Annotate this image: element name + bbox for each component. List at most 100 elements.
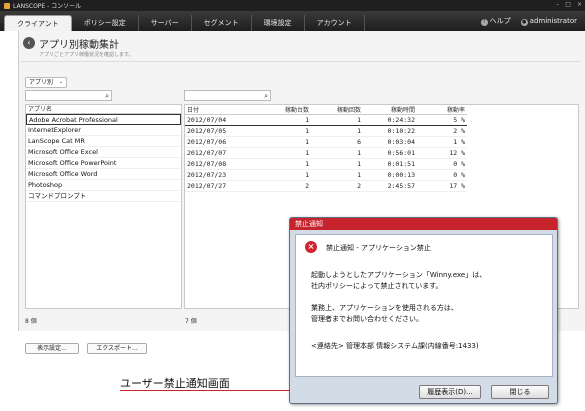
list-item[interactable]: Microsoft Office Excel	[26, 147, 181, 158]
back-button[interactable]: ‹	[23, 37, 35, 49]
table-row[interactable]: 2012/07/05 1 1 0:10:22 2 %	[185, 125, 467, 137]
table-cell: 0:10:22	[363, 125, 417, 137]
column-header-runs[interactable]: 稼動回数	[311, 105, 363, 115]
screenshot-root: { "window": { "title": "LANSCOPE - コンソール…	[0, 0, 585, 411]
dialog-heading: 禁止通知 - アプリケーション禁止	[326, 244, 431, 252]
close-window-icon[interactable]: ×	[577, 1, 582, 8]
view-filter-value: アプリ別	[29, 79, 54, 86]
table-cell: 1	[311, 169, 363, 181]
usage-table-count: 7 個	[185, 318, 197, 325]
app-list-header: アプリ名	[26, 105, 181, 114]
table-cell: 2012/07/27	[185, 180, 259, 192]
search-icon[interactable]: ⌕	[264, 92, 268, 101]
table-cell: 2012/07/23	[185, 169, 259, 181]
dialog-message-line: 社内ポリシーによって禁止されています。	[311, 282, 443, 290]
table-cell: 0:01:51	[363, 158, 417, 170]
block-notification-dialog: 禁止通知 × 禁止通知 - アプリケーション禁止 起動しようとしたアプリケーショ…	[289, 217, 558, 404]
table-cell: 2012/07/05	[185, 125, 259, 137]
list-item[interactable]: コマンドプロンプト	[26, 191, 181, 202]
table-row[interactable]: 2012/07/27 2 2 2:45:57 17 %	[185, 180, 467, 192]
tab-client[interactable]: クライアント	[4, 15, 72, 31]
usage-search-input[interactable]: ⌕	[184, 90, 271, 101]
app-search-input[interactable]: ⌕	[25, 90, 112, 101]
list-item[interactable]: Microsoft Office PowerPoint	[26, 158, 181, 169]
window-titlebar: LANSCOPE - コンソール – □ ×	[0, 0, 585, 11]
tab-policy[interactable]: ポリシー設定	[72, 15, 139, 31]
table-cell: 1	[311, 114, 363, 126]
close-button[interactable]: 閉じる	[491, 385, 549, 399]
dialog-body: × 禁止通知 - アプリケーション禁止 起動しようとしたアプリケーション「Win…	[295, 234, 553, 377]
app-list-count: 8 個	[25, 318, 37, 325]
menu-right-area: ? ヘルプ ● administrator	[480, 16, 577, 26]
table-cell: 1	[311, 158, 363, 170]
window-controls: – □ ×	[556, 1, 582, 8]
dialog-title: 禁止通知	[290, 218, 557, 230]
window-title: LANSCOPE - コンソール	[13, 3, 82, 10]
display-settings-button[interactable]: 表示設定...	[25, 343, 79, 354]
list-item[interactable]: Photoshop	[26, 180, 181, 191]
app-logo-icon	[4, 2, 10, 9]
main-menu-bar: クライアント ポリシー設定 サーバー セグメント 環境設定 アカウント ? ヘルプ…	[0, 11, 585, 31]
table-cell: 1	[259, 125, 311, 137]
tab-segment[interactable]: セグメント	[192, 15, 252, 31]
table-cell: 5 %	[417, 114, 467, 126]
table-header-row: 日付 稼動台数 稼動回数 稼動時間 稼動率	[185, 105, 467, 115]
table-cell: 2	[311, 180, 363, 192]
table-cell: 1	[259, 114, 311, 126]
table-cell: 0:03:04	[363, 136, 417, 148]
export-button[interactable]: エクスポート...	[87, 343, 147, 354]
dialog-message-line: 業務上、アプリケーションを使用される方は、	[311, 304, 458, 312]
table-cell: 2	[259, 180, 311, 192]
history-button[interactable]: 履歴表示(D)...	[419, 385, 481, 399]
dialog-message-line: 起動しようとしたアプリケーション「Winny.exe」は、	[311, 271, 487, 279]
table-cell: 1 %	[417, 136, 467, 148]
tab-server[interactable]: サーバー	[139, 15, 192, 31]
table-cell: 2:45:57	[363, 180, 417, 192]
table-cell: 2012/07/06	[185, 136, 259, 148]
app-list: アプリ名 Adobe Acrobat Professional Internet…	[25, 104, 182, 309]
table-cell: 2012/07/08	[185, 158, 259, 170]
error-icon: ×	[305, 241, 317, 253]
search-icon[interactable]: ⌕	[105, 92, 109, 101]
table-cell: 1	[311, 147, 363, 159]
table-cell: 0 %	[417, 169, 467, 181]
user-label: administrator	[529, 16, 577, 25]
list-item[interactable]: InternetExplorer	[26, 125, 181, 136]
caption-underline	[120, 390, 290, 391]
minimize-icon[interactable]: –	[556, 1, 559, 8]
table-cell: 1	[259, 136, 311, 148]
list-item[interactable]: Microsoft Office Word	[26, 169, 181, 180]
column-header-date[interactable]: 日付	[185, 105, 259, 115]
header-divider	[21, 61, 581, 62]
maximize-icon[interactable]: □	[565, 1, 571, 8]
table-cell: 2 %	[417, 125, 467, 137]
view-filter-select[interactable]: アプリ別 ⌄	[25, 77, 67, 88]
column-header-time[interactable]: 稼動時間	[363, 105, 417, 115]
table-cell: 1	[259, 169, 311, 181]
usage-table: 日付 稼動台数 稼動回数 稼動時間 稼動率 2012/07/04 1 1 0:2…	[185, 105, 467, 192]
user-menu[interactable]: ● administrator	[520, 16, 577, 26]
table-cell: 2012/07/07	[185, 147, 259, 159]
column-header-devices[interactable]: 稼動台数	[259, 105, 311, 115]
table-cell: 17 %	[417, 180, 467, 192]
tab-account[interactable]: アカウント	[305, 15, 365, 31]
table-row[interactable]: 2012/07/06 1 6 0:03:04 1 %	[185, 136, 467, 148]
table-row[interactable]: 2012/07/07 1 1 0:56:01 12 %	[185, 147, 467, 159]
table-cell: 1	[259, 158, 311, 170]
list-item[interactable]: Adobe Acrobat Professional	[26, 114, 181, 125]
page-title: アプリ別稼動集計	[39, 40, 119, 51]
table-cell: 0:56:01	[363, 147, 417, 159]
table-row[interactable]: 2012/07/08 1 1 0:01:51 0 %	[185, 158, 467, 170]
table-cell: 0 %	[417, 158, 467, 170]
table-cell: 6	[311, 136, 363, 148]
list-item[interactable]: LanScope Cat MR	[26, 136, 181, 147]
table-cell: 2012/07/04	[185, 114, 259, 126]
help-link[interactable]: ? ヘルプ	[480, 16, 511, 26]
table-row[interactable]: 2012/07/04 1 1 0:24:32 5 %	[185, 114, 467, 126]
dialog-message-line: 管理者までお問い合わせください。	[311, 315, 423, 323]
column-header-rate[interactable]: 稼動率	[417, 105, 467, 115]
help-icon: ?	[480, 19, 488, 26]
table-cell: 1	[311, 125, 363, 137]
tab-environment[interactable]: 環境設定	[252, 15, 305, 31]
table-row[interactable]: 2012/07/23 1 1 0:00:13 0 %	[185, 169, 467, 181]
